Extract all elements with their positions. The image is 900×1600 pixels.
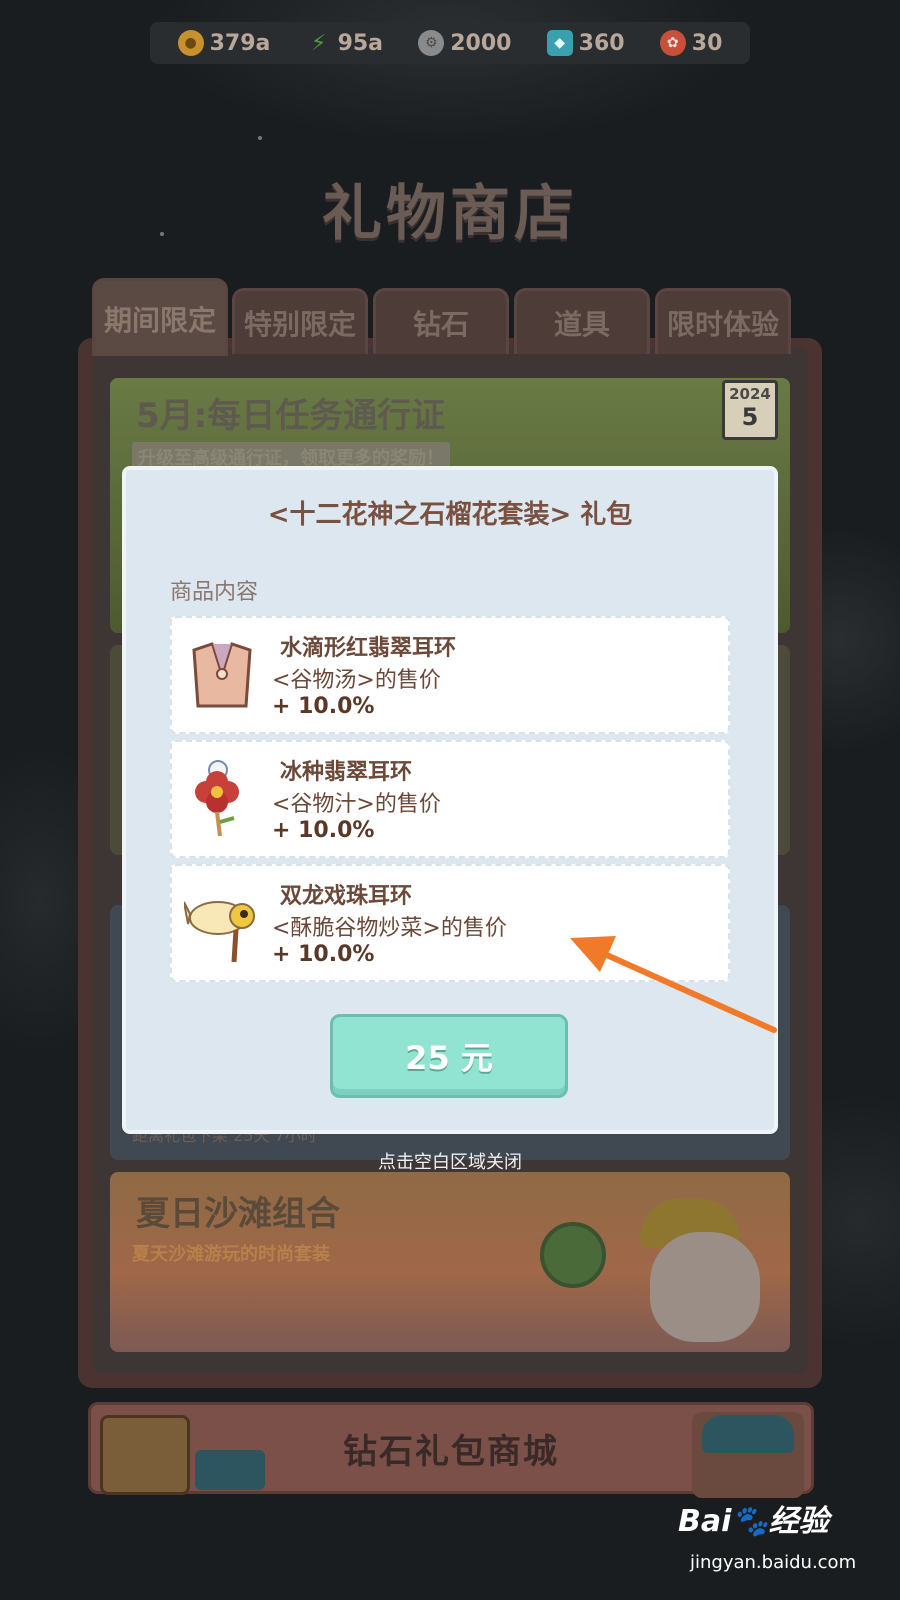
baidu-watermark: Bai🐾经验 jingyan.baidu.com	[678, 1496, 868, 1586]
tab-special-limited[interactable]: 特别限定	[232, 288, 368, 354]
calendar-icon: 2024 5	[722, 380, 778, 440]
item-bonus: + 10.0%	[272, 818, 375, 843]
baidu-logo: Bai🐾经验	[678, 1504, 829, 1539]
tab-diamond[interactable]: 钻石	[373, 288, 509, 354]
diamond-value: 360	[578, 30, 625, 56]
pass-card-title: 5月:每日任务通行证	[136, 396, 446, 436]
item-description: <酥脆谷物炒菜>的售价	[272, 916, 507, 941]
contents-label: 商品内容	[170, 580, 259, 605]
cat-character	[650, 1232, 760, 1342]
lightning-icon: ⚡	[310, 30, 327, 56]
treasure-chest-icon	[100, 1415, 190, 1495]
calendar-day: 5	[741, 403, 759, 431]
flower-icon	[195, 760, 239, 837]
close-hint: 点击空白区域关闭	[378, 1152, 522, 1173]
vest-icon	[192, 642, 252, 708]
fish-kite-icon	[184, 901, 255, 963]
currency-diamond[interactable]: ◆ 360	[546, 30, 625, 56]
currency-energy[interactable]: ⚡ 95a	[306, 30, 383, 56]
pack-item: 冰种翡翠耳环 <谷物汁>的售价 + 10.0%	[170, 740, 730, 858]
watermelon-character	[540, 1222, 606, 1288]
diamond-icon: ◆	[546, 30, 573, 56]
ticket-icon: ✿	[659, 30, 686, 56]
silver-value: 2000	[450, 30, 512, 56]
price-label: 25 元	[405, 1039, 493, 1077]
gold-value: 379a	[209, 30, 271, 56]
calendar-year: 2024	[729, 385, 771, 403]
shop-title: 礼物商店	[322, 179, 578, 249]
watermark-url: jingyan.baidu.com	[690, 1552, 857, 1573]
item-description: <谷物汁>的售价	[272, 792, 441, 817]
item-name: 双龙戏珠耳环	[280, 884, 413, 909]
ticket-value: 30	[691, 30, 723, 56]
diamond-shop-label: 钻石礼包商城	[343, 1431, 559, 1472]
tab-items[interactable]: 道具	[514, 288, 650, 354]
dialog-title: <十二花神之石榴花套装> 礼包	[267, 500, 633, 530]
item-bonus: + 10.0%	[272, 942, 375, 967]
gold-coin-icon: ●	[177, 30, 204, 56]
item-bonus: + 10.0%	[272, 694, 375, 719]
currency-ticket[interactable]: ✿ 30	[659, 30, 723, 56]
star-decoration	[258, 136, 262, 140]
item-description: <谷物汤>的售价	[272, 668, 441, 693]
currency-gold[interactable]: ● 379a	[177, 30, 271, 56]
gear-coin-icon: ⚙	[418, 30, 445, 56]
currency-bar: ● 379a ⚡ 95a ⚙ 2000 ◆ 360 ✿ 30	[150, 22, 750, 64]
arrow-annotation-icon	[570, 936, 777, 1033]
beach-card-subtitle: 夏天沙滩游玩的时尚套装	[132, 1244, 330, 1265]
currency-silver[interactable]: ⚙ 2000	[418, 30, 511, 56]
item-name: 冰种翡翠耳环	[280, 760, 413, 785]
gems-icon	[195, 1450, 265, 1490]
tab-timed-trial[interactable]: 限时体验	[655, 288, 791, 354]
energy-value: 95a	[337, 30, 384, 56]
tab-limited-period[interactable]: 期间限定	[92, 278, 228, 356]
item-name: 水滴形红翡翠耳环	[280, 636, 457, 661]
gems-icon	[702, 1415, 794, 1453]
pack-item: 水滴形红翡翠耳环 <谷物汤>的售价 + 10.0%	[170, 616, 730, 734]
beach-card-title: 夏日沙滩组合	[136, 1194, 340, 1234]
purchase-button[interactable]: 25 元	[330, 1014, 568, 1098]
